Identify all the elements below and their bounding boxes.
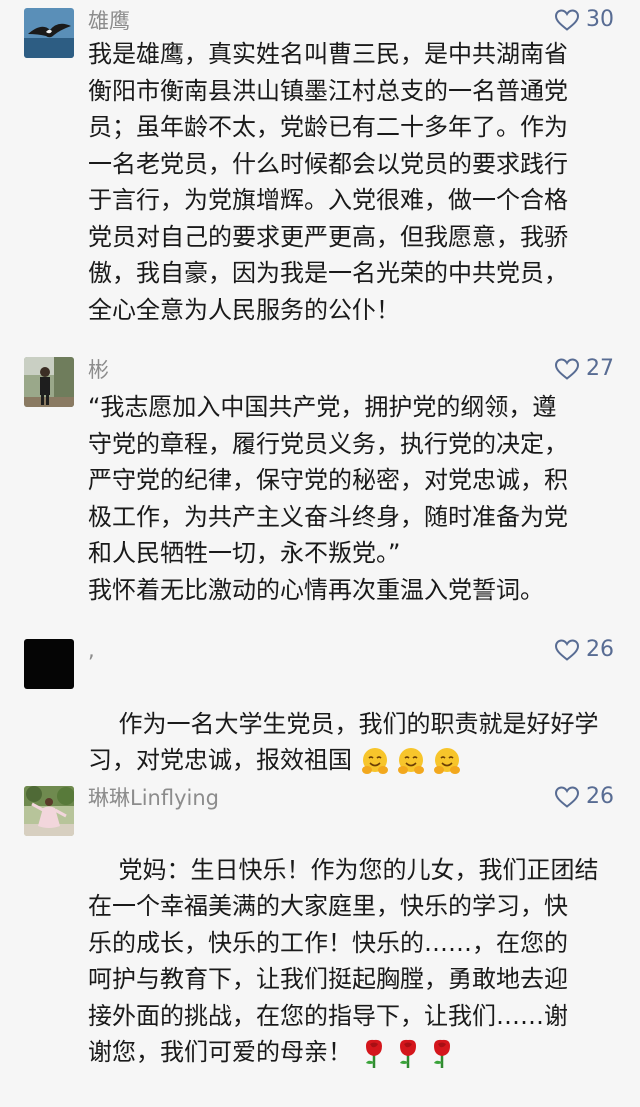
user-avatar[interactable] [24,786,74,836]
comment-nickname[interactable]: , [88,638,95,662]
like-count: 30 [586,7,614,32]
like-button[interactable]: 27 [554,355,614,383]
like-button[interactable]: 30 [554,6,614,34]
comment-nickname[interactable]: 琳琳Linflying [88,786,219,810]
heart-icon [554,639,580,661]
like-button[interactable]: 26 [554,783,614,811]
comment-nickname[interactable]: 彬 [88,358,109,382]
comment-text: “我志愿加入中国共产党，拥护党的纲领，遵 守党的章程，履行党员义务，执行党的决定… [88,393,568,604]
heart-icon [554,9,580,31]
emoji-group [360,746,462,776]
person-photo-avatar-icon [24,357,74,407]
hugging-face-emoji-icon [434,748,460,774]
hugging-face-emoji-icon [362,748,388,774]
heart-icon [554,786,580,808]
like-button[interactable]: 26 [554,636,614,664]
rose-emoji-icon [366,1039,382,1068]
eagle-avatar-icon [24,8,74,58]
user-avatar[interactable] [24,8,74,58]
user-avatar[interactable] [24,639,74,689]
hugging-face-emoji-icon [398,748,424,774]
user-avatar[interactable] [24,357,74,407]
rose-emoji-icon [434,1039,450,1068]
like-count: 26 [586,637,614,662]
comment-text-content: 作为一名大学生党员，我们的职责就是好好学 习，对党忠诚，报效祖国 [88,709,599,775]
like-count: 26 [586,784,614,809]
comment-text: 党妈：生日快乐！作为您的儿女，我们正团结 在一个幸福美满的大家庭里，快乐的学习，… [88,815,618,1107]
comment-nickname[interactable]: 雄鹰 [88,9,130,33]
dancer-photo-avatar-icon [24,786,74,836]
rose-emoji-icon [400,1039,416,1068]
comment-text-content: 党妈：生日快乐！作为您的儿女，我们正团结 在一个幸福美满的大家庭里，快乐的学习，… [88,855,599,1067]
heart-icon [554,358,580,380]
comment-text: 我是雄鹰，真实姓名叫曹三民，是中共湖南省 衡阳市衡南县洪山镇墨江村总支的一名普通… [88,40,568,324]
black-avatar-icon [24,639,74,689]
emoji-group [360,1037,456,1069]
like-count: 27 [586,356,614,381]
